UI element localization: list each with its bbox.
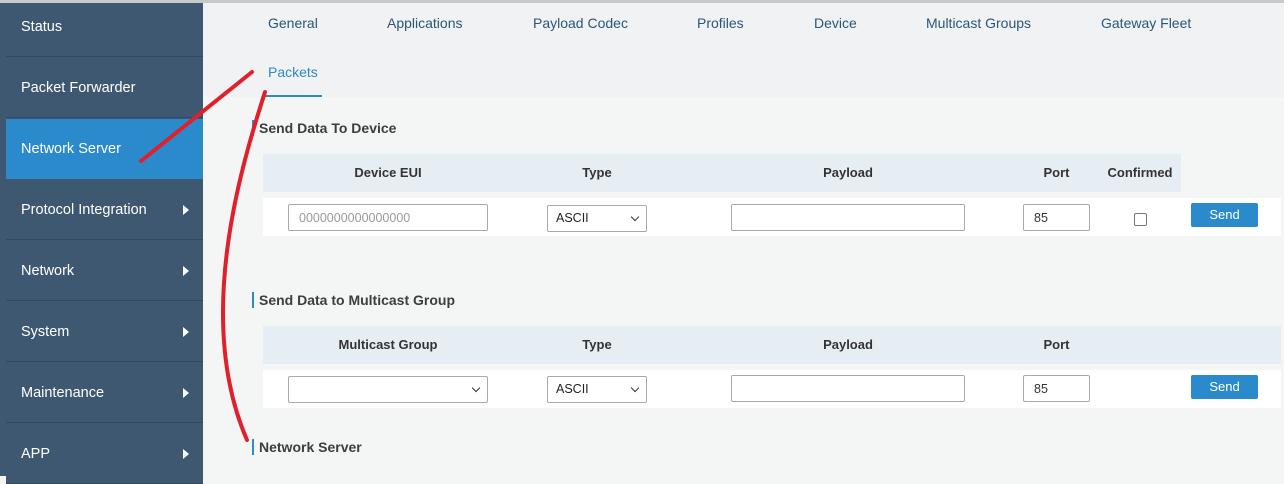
sidebar-item-label: Network — [21, 262, 75, 279]
tab-general[interactable]: General — [268, 15, 318, 31]
sidebar-item-protocol-integration[interactable]: Protocol Integration — [6, 180, 203, 240]
section-title-network-server: Network Server — [252, 439, 362, 455]
sidebar-item-label: Protocol Integration — [21, 201, 147, 218]
tab-gateway-fleet[interactable]: Gateway Fleet — [1101, 15, 1191, 31]
top-border — [0, 0, 1284, 3]
header-confirmed: Confirmed — [1107, 165, 1173, 180]
multicast-type-select[interactable]: ASCII — [547, 376, 647, 403]
sidebar-item-status[interactable]: Status — [6, 0, 203, 57]
sidebar: Status Packet Forwarder Network Server P… — [0, 0, 203, 484]
tab-device[interactable]: Device — [814, 15, 857, 31]
multicast-type-value: ASCII — [556, 382, 589, 396]
multicast-port-input[interactable] — [1023, 375, 1090, 402]
tab-packets[interactable]: Packets — [268, 64, 318, 80]
sidebar-item-label: APP — [21, 445, 51, 462]
sidebar-item-app[interactable]: APP — [6, 424, 203, 484]
header-port: Port — [1043, 337, 1070, 352]
multicast-table-header: Multicast Group Type Payload Port — [263, 326, 1281, 364]
sidebar-item-system[interactable]: System — [6, 302, 203, 362]
header-payload: Payload — [823, 165, 873, 180]
sidebar-item-label: System — [21, 323, 70, 340]
header-type: Type — [582, 165, 612, 180]
device-payload-input[interactable] — [731, 204, 965, 231]
header-type: Type — [582, 337, 612, 352]
header-action-gap — [1181, 154, 1281, 192]
device-port-input[interactable] — [1023, 204, 1090, 231]
sidebar-item-maintenance[interactable]: Maintenance — [6, 363, 203, 423]
chevron-down-icon — [630, 212, 640, 222]
caret-right-icon — [183, 265, 189, 276]
caret-right-icon — [183, 387, 189, 398]
header-action-cell — [1181, 326, 1281, 364]
confirmed-checkbox[interactable] — [1134, 213, 1147, 226]
sidebar-item-label: Maintenance — [21, 384, 105, 401]
chevron-down-icon — [471, 383, 481, 393]
caret-right-icon — [183, 326, 189, 337]
caret-right-icon — [183, 204, 189, 215]
tab-payload-codec[interactable]: Payload Codec — [533, 15, 628, 31]
header-payload: Payload — [823, 337, 873, 352]
section-title-send-multicast: Send Data to Multicast Group — [252, 292, 455, 308]
multicast-payload-input[interactable] — [731, 375, 965, 402]
tab-multicast-groups[interactable]: Multicast Groups — [926, 15, 1031, 31]
sidebar-item-packet-forwarder[interactable]: Packet Forwarder — [6, 58, 203, 118]
sidebar-item-network[interactable]: Network — [6, 241, 203, 301]
header-multicast-group: Multicast Group — [338, 337, 438, 352]
tab-profiles[interactable]: Profiles — [697, 15, 744, 31]
header-port: Port — [1043, 165, 1070, 180]
section-title-send-device: Send Data To Device — [252, 120, 396, 136]
header-device-eui: Device EUI — [354, 165, 422, 180]
device-type-select[interactable]: ASCII — [547, 205, 647, 232]
tab-applications[interactable]: Applications — [387, 15, 463, 31]
device-eui-input[interactable] — [288, 204, 488, 231]
caret-right-icon — [183, 448, 189, 459]
chevron-down-icon — [630, 383, 640, 393]
device-type-value: ASCII — [556, 211, 589, 225]
device-table-header: Device EUI Type Payload Port Confirmed — [263, 154, 1281, 192]
sidebar-item-network-server[interactable]: Network Server — [6, 119, 203, 179]
sidebar-item-label: Packet Forwarder — [21, 79, 136, 96]
sidebar-item-label: Status — [21, 18, 63, 35]
sidebar-item-label: Network Server — [21, 140, 121, 157]
send-device-button[interactable]: Send — [1191, 203, 1258, 227]
send-multicast-button[interactable]: Send — [1191, 375, 1258, 399]
multicast-group-select[interactable] — [288, 376, 488, 403]
